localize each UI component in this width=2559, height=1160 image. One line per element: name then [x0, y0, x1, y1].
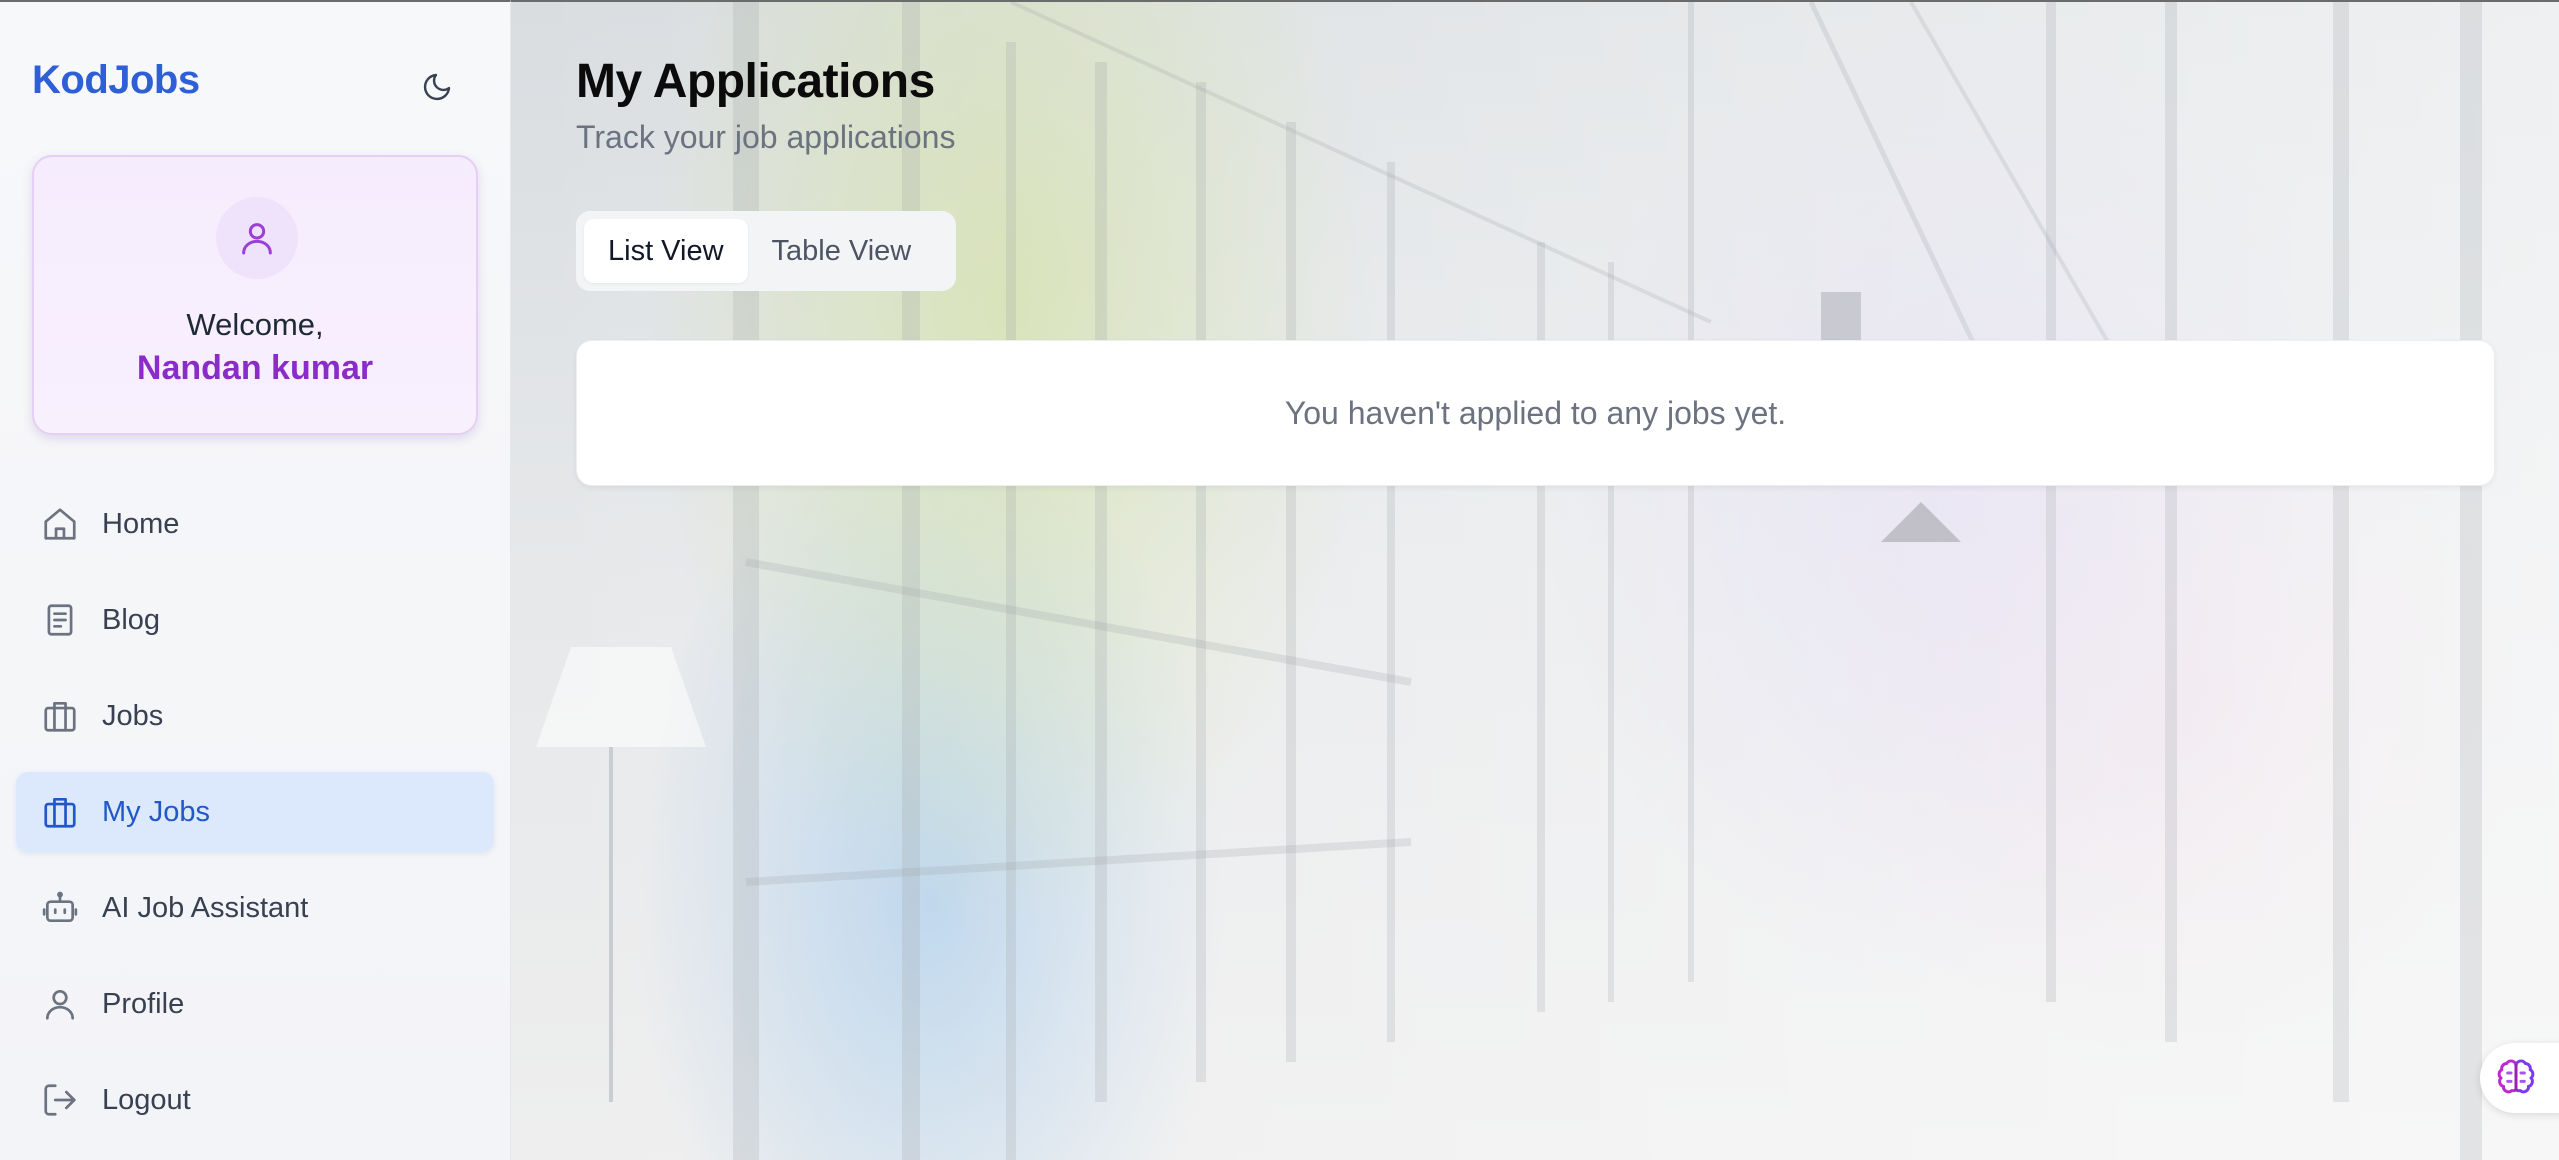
user-icon — [38, 982, 82, 1026]
sidebar-item-label: My Jobs — [102, 795, 210, 828]
ai-assistant-button[interactable] — [2480, 1043, 2559, 1113]
user-icon — [242, 223, 272, 255]
page-title: My Applications — [576, 55, 935, 108]
main-content: My Applications Track your job applicati… — [511, 0, 2559, 1160]
sidebar-item-label: Jobs — [102, 699, 164, 732]
page-subtitle: Track your job applications — [576, 119, 956, 155]
brain-icon — [2497, 1059, 2535, 1094]
book-icon — [38, 598, 82, 642]
sidebar-item-label: Blog — [102, 603, 161, 636]
background-office-image — [536, 2, 2482, 1160]
briefcase-icon — [38, 790, 82, 834]
robot-icon — [38, 886, 82, 930]
moon-icon — [423, 73, 451, 101]
empty-state-message: You haven't applied to any jobs yet. — [1284, 394, 1787, 431]
sidebar: KodJobs Welcome, Nandan kumar Home Blog … — [0, 0, 511, 1160]
tab-table-view[interactable]: Table View — [748, 219, 936, 283]
sidebar-item-my-jobs[interactable]: My Jobs — [16, 772, 494, 852]
sidebar-item-blog[interactable]: Blog — [16, 580, 494, 660]
sidebar-item-label: AI Job Assistant — [102, 891, 309, 924]
app-root: KodJobs Welcome, Nandan kumar Home Blog … — [0, 0, 2559, 1160]
theme-toggle-button[interactable] — [414, 64, 460, 110]
sidebar-item-jobs[interactable]: Jobs — [16, 676, 494, 756]
tab-list-view[interactable]: List View — [584, 219, 748, 283]
welcome-user-name: Nandan kumar — [136, 349, 374, 387]
sidebar-item-label: Home — [102, 507, 180, 540]
sidebar-item-home[interactable]: Home — [16, 484, 494, 564]
briefcase-icon — [38, 694, 82, 738]
sidebar-item-profile[interactable]: Profile — [16, 964, 494, 1044]
welcome-card: Welcome, Nandan kumar — [32, 155, 478, 435]
sidebar-item-label: Profile — [102, 987, 185, 1020]
sidebar-item-logout[interactable]: Logout — [16, 1060, 494, 1140]
home-icon — [38, 502, 82, 546]
logout-icon — [38, 1078, 82, 1122]
empty-state-card: You haven't applied to any jobs yet. — [576, 340, 2495, 486]
welcome-greeting: Welcome, — [186, 307, 324, 342]
avatar — [216, 197, 298, 279]
brand-logo[interactable]: KodJobs — [32, 58, 200, 103]
sidebar-item-label: Logout — [102, 1083, 191, 1116]
view-toggle: List View Table View — [576, 211, 956, 291]
sidebar-item-ai-job-assistant[interactable]: AI Job Assistant — [16, 868, 494, 948]
